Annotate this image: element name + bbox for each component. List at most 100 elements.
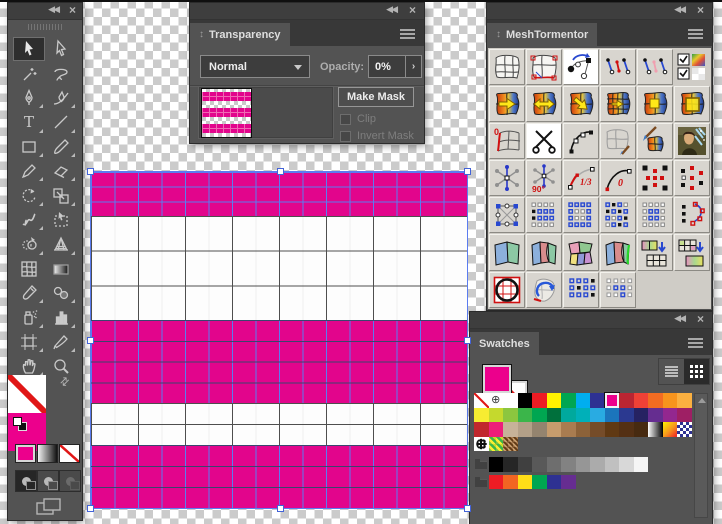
swatch-pattern-dots[interactable]: [474, 436, 489, 451]
swatch-#00a651[interactable]: [561, 393, 576, 408]
eraser-tool[interactable]: [45, 159, 77, 183]
scale-tool[interactable]: [45, 183, 77, 207]
swatch-#c7b299[interactable]: [503, 422, 518, 437]
column-graph-tool[interactable]: [45, 305, 77, 329]
mesh-stripe-magenta-1[interactable]: [91, 172, 467, 216]
swatch-#00aeef[interactable]: [575, 393, 590, 408]
swatch-none[interactable]: [474, 393, 489, 408]
panel-cycle-icon[interactable]: ↕: [199, 29, 204, 40]
patch-edge-highlight-icon[interactable]: [599, 234, 636, 271]
handle-one-third-icon[interactable]: 1/3: [562, 160, 599, 197]
swatch-#000000[interactable]: [517, 393, 532, 408]
swatch-#262262[interactable]: [633, 407, 648, 422]
panel-drag-grip[interactable]: [28, 24, 62, 30]
swatch-#404040[interactable]: [517, 457, 532, 472]
curvature-tool[interactable]: [45, 86, 77, 110]
eyedropper-tool[interactable]: [13, 281, 45, 305]
grid-to-mesh-convert-icon[interactable]: [673, 234, 711, 271]
swatch-#a97c50[interactable]: [561, 422, 576, 437]
swatch-#262626[interactable]: [503, 457, 518, 472]
handles-star-icon[interactable]: [488, 160, 525, 197]
swatch-#b3a088[interactable]: [517, 422, 532, 437]
brush-mesh-paint-icon[interactable]: [636, 122, 673, 160]
mesh-stripe-white-1[interactable]: [91, 216, 467, 320]
collapse-panel-icon[interactable]: ◀◀: [674, 313, 686, 324]
swatch-#00a99d[interactable]: [561, 407, 576, 422]
swatch-#2b3990[interactable]: [619, 407, 634, 422]
mesh-stripe-magenta-2[interactable]: [91, 320, 467, 403]
swatch-group-folder-icon[interactable]: [474, 457, 489, 472]
anchor-pattern-inner-icon[interactable]: [636, 160, 673, 197]
pen-tool[interactable]: [13, 86, 45, 110]
swatch-gradient-sunset[interactable]: [662, 422, 677, 437]
swatch-#603913[interactable]: [604, 422, 619, 437]
swatch-#c1272d[interactable]: [474, 422, 489, 437]
swatch-#8c6239[interactable]: [575, 422, 590, 437]
mesh-to-grid-convert-icon[interactable]: [636, 234, 673, 271]
swatch-#93278f[interactable]: [662, 407, 677, 422]
swatch-pattern-blue-check[interactable]: [677, 422, 692, 437]
swatch-#ec008c[interactable]: [603, 392, 620, 409]
close-panel-icon[interactable]: ×: [69, 3, 76, 17]
panel-menu-icon[interactable]: [688, 338, 703, 348]
grid-select-few-icon[interactable]: [599, 271, 636, 308]
color-button[interactable]: [15, 444, 36, 463]
selected-mesh-object[interactable]: [87, 168, 471, 512]
paintbrush-tool[interactable]: [45, 135, 77, 159]
warp-tool[interactable]: [13, 208, 45, 232]
swatch-#ffffff[interactable]: [503, 393, 518, 408]
swatch-#00703c[interactable]: [546, 407, 561, 422]
circle-grid-red-icon[interactable]: [488, 271, 525, 308]
free-transform-tool[interactable]: [45, 208, 77, 232]
swatch-#f5f5f5[interactable]: [633, 457, 648, 472]
selection-handle-top-mid[interactable]: [277, 168, 284, 175]
swatch-#754c29[interactable]: [590, 422, 605, 437]
tab-swatches[interactable]: Swatches: [470, 332, 539, 355]
swatch-#00a651[interactable]: [532, 474, 547, 489]
opacity-field[interactable]: 0%: [368, 55, 405, 78]
swatch-pattern-green[interactable]: [488, 436, 503, 451]
selection-handle-mid-left[interactable]: [87, 337, 94, 344]
gradient-button[interactable]: [37, 444, 58, 463]
handle-pair-red-icon[interactable]: [599, 48, 636, 85]
type-tool[interactable]: T: [13, 110, 45, 134]
swatch-#29abe2[interactable]: [590, 407, 605, 422]
panel-menu-icon[interactable]: [400, 29, 415, 39]
mesh-blob-square-outline-icon[interactable]: [673, 85, 711, 122]
mesh-outline-icon[interactable]: [488, 48, 525, 85]
swatch-#2e3192[interactable]: [546, 474, 561, 489]
stroke-proxy-none[interactable]: [8, 375, 46, 413]
patch-two-color-icon[interactable]: [488, 234, 525, 271]
mesh-cell-nodes-icon[interactable]: [488, 197, 525, 234]
mona-lisa-sample-icon[interactable]: [673, 122, 711, 160]
panel-menu-icon[interactable]: [688, 29, 703, 39]
anchors-along-curve-icon[interactable]: [673, 197, 711, 234]
direct-selection-tool[interactable]: [45, 37, 77, 61]
swatch-group-folder-icon[interactable]: [474, 475, 489, 490]
grid-view-button[interactable]: [684, 359, 709, 384]
swatch-#ed1e79[interactable]: [488, 422, 503, 437]
swatch-#c5d92d[interactable]: [488, 407, 503, 422]
collapse-panel-icon[interactable]: ◀◀: [48, 4, 60, 15]
selection-handle-bottom-mid[interactable]: [277, 505, 284, 512]
swatch-#ed1c24[interactable]: [488, 474, 503, 489]
swatch-#f7ec31[interactable]: [474, 407, 489, 422]
mesh-stripe-magenta-3[interactable]: [91, 445, 467, 508]
rotate-tool[interactable]: [13, 183, 45, 207]
scroll-up-icon[interactable]: [698, 398, 706, 403]
tab-meshtormentor[interactable]: ↕ MeshTormentor: [487, 23, 598, 46]
rotate-mesh-icon[interactable]: [525, 271, 562, 308]
selection-tool[interactable]: [13, 37, 45, 62]
swatch-#000000[interactable]: [488, 457, 503, 472]
opacity-stepper-button[interactable]: ›: [405, 55, 422, 78]
blend-mode-dropdown[interactable]: Normal: [200, 55, 310, 78]
select-grid-sparse-icon[interactable]: [636, 197, 673, 234]
mesh-blob-arrow-corner-icon[interactable]: [562, 85, 599, 122]
selection-handle-top-right[interactable]: [464, 168, 471, 175]
swatch-#fbb040[interactable]: [677, 393, 692, 408]
swatch-#ef4136[interactable]: [633, 393, 648, 408]
line-segment-tool[interactable]: [45, 110, 77, 134]
perspective-grid-tool[interactable]: [45, 232, 77, 256]
mesh-outline-brush-icon[interactable]: [599, 122, 636, 160]
swatch-#595959[interactable]: [532, 457, 547, 472]
